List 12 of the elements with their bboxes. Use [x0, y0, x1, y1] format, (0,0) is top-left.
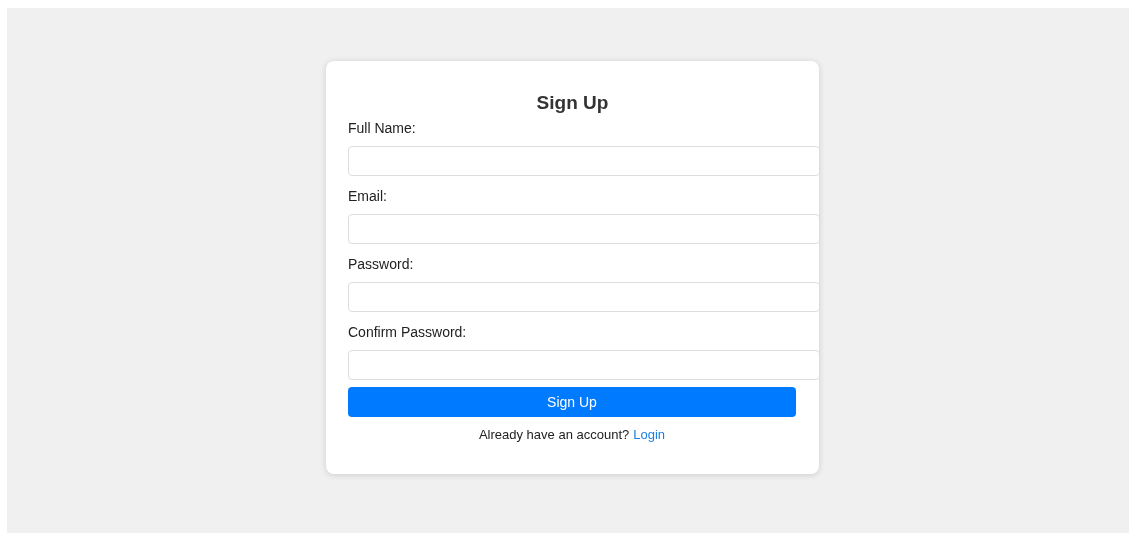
input-field[interactable]: [348, 282, 820, 312]
input-field[interactable]: [348, 350, 820, 380]
footer-text: Already have an account?: [478, 426, 630, 444]
form-title: Sign Up: [536, 91, 610, 115]
field-label: Email:: [348, 187, 387, 205]
input-field[interactable]: [348, 214, 820, 244]
login-link[interactable]: Login: [633, 426, 666, 444]
field-label: Password:: [348, 255, 414, 273]
field-label: Confirm Password:: [348, 323, 467, 341]
input-field[interactable]: [348, 146, 820, 176]
signup-button[interactable]: Sign Up: [348, 387, 796, 417]
field-label: Full Name:: [348, 119, 416, 137]
